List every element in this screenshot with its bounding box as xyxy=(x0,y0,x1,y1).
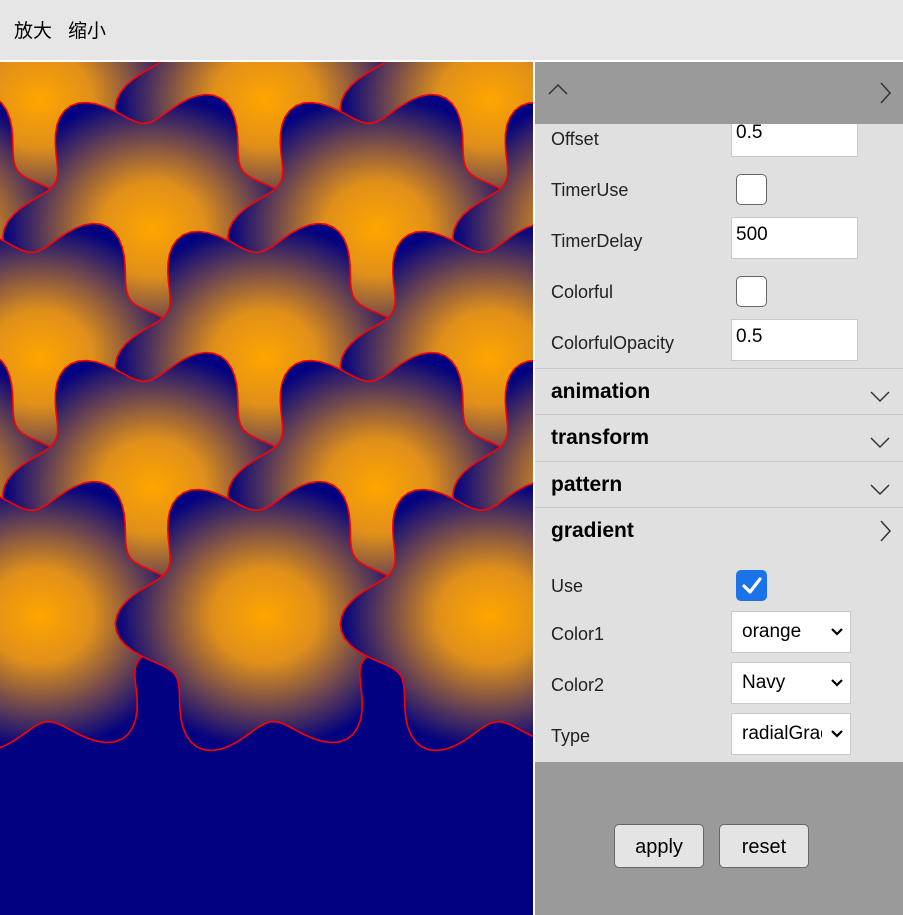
pattern-svg xyxy=(0,62,533,915)
section-title: pattern xyxy=(551,473,623,496)
section-title: gradient xyxy=(551,519,634,542)
field-row-use: Use xyxy=(535,561,903,612)
chevron-down-icon xyxy=(870,484,890,496)
select-value: Navy xyxy=(742,672,786,693)
apply-button[interactable]: apply xyxy=(614,824,704,868)
field-label: Colorful xyxy=(551,282,614,302)
chevron-right-icon[interactable] xyxy=(878,81,892,105)
colorful-checkbox[interactable] xyxy=(736,276,767,307)
timerdelay-input[interactable]: 500 xyxy=(731,217,858,259)
field-row-color2: Color2 Navy xyxy=(535,660,903,711)
section-title: animation xyxy=(551,380,651,403)
pattern-canvas[interactable] xyxy=(0,62,533,915)
field-row-timerdelay: TimerDelay 500 xyxy=(535,216,903,267)
section-transform[interactable]: transform xyxy=(535,414,903,461)
field-label: ColorfulOpacity xyxy=(551,333,675,353)
section-title: transform xyxy=(551,426,650,449)
use-checkbox[interactable] xyxy=(736,570,767,601)
type-select[interactable]: radialGradient xyxy=(731,713,851,755)
chevron-down-icon xyxy=(831,628,843,636)
chevron-down-icon xyxy=(831,679,843,687)
field-row-colorfulopacity: ColorfulOpacity 0.5 xyxy=(535,318,903,369)
color2-select[interactable]: Navy xyxy=(731,662,851,704)
field-row-type: Type radialGradient xyxy=(535,711,903,762)
chevron-down-icon xyxy=(831,730,843,738)
zoom-in-button[interactable]: 放大 xyxy=(14,16,52,43)
field-row-offset: Offset 0.5 xyxy=(535,124,903,165)
select-value: orange xyxy=(742,621,802,642)
offset-input[interactable]: 0.5 xyxy=(731,124,858,157)
select-value: radialGradient xyxy=(742,723,822,744)
field-label: Type xyxy=(551,726,591,746)
control-panel: Offset 0.5 TimerUse TimerDelay 500 Color… xyxy=(535,62,903,915)
chevron-right-icon xyxy=(880,520,892,542)
panel-header xyxy=(535,62,903,124)
color1-select[interactable]: orange xyxy=(731,611,851,653)
top-toolbar: 放大 缩小 xyxy=(0,0,903,60)
reset-button[interactable]: reset xyxy=(719,824,809,868)
field-label: TimerUse xyxy=(551,180,629,200)
zoom-out-button[interactable]: 缩小 xyxy=(68,16,106,43)
panel-footer: apply reset xyxy=(535,762,903,915)
field-label: Offset xyxy=(551,129,599,149)
panel-scroll-area[interactable]: Offset 0.5 TimerUse TimerDelay 500 Color… xyxy=(535,124,903,762)
field-row-colorful: Colorful xyxy=(535,267,903,318)
field-row-color1: Color1 orange xyxy=(535,609,903,660)
field-label: Use xyxy=(551,576,584,596)
chevron-up-icon[interactable] xyxy=(547,82,569,96)
section-pattern[interactable]: pattern xyxy=(535,461,903,508)
section-animation[interactable]: animation xyxy=(535,368,903,415)
section-gradient[interactable]: gradient xyxy=(535,507,903,554)
field-label: Color2 xyxy=(551,675,605,695)
timeruse-checkbox[interactable] xyxy=(736,174,767,205)
chevron-down-icon xyxy=(870,437,890,449)
field-label: TimerDelay xyxy=(551,231,643,251)
chevron-down-icon xyxy=(870,391,890,403)
field-row-timeruse: TimerUse xyxy=(535,165,903,216)
field-label: Color1 xyxy=(551,624,605,644)
colorfulopacity-input[interactable]: 0.5 xyxy=(731,319,858,361)
checkmark-icon xyxy=(742,577,762,594)
